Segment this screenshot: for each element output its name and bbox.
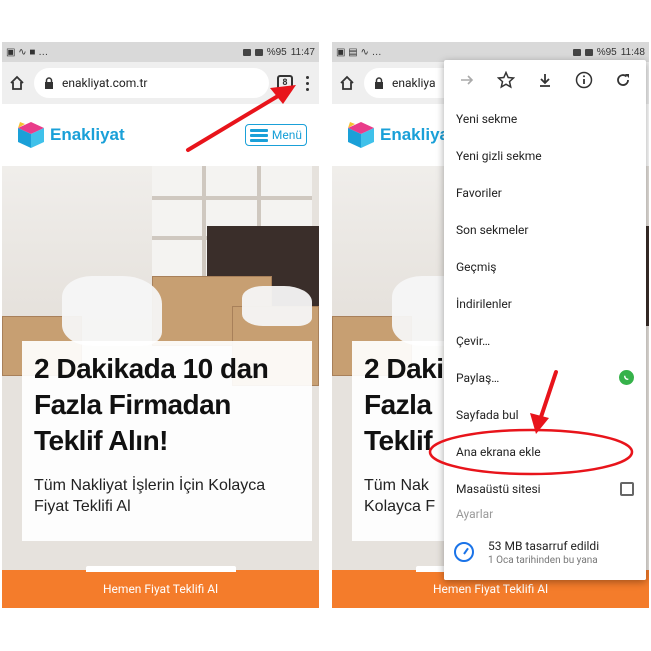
menu-item-share[interactable]: Paylaş… bbox=[444, 359, 646, 396]
logo-text: Enakliyat bbox=[50, 125, 125, 144]
signal-icon bbox=[584, 48, 593, 56]
clock: 11:47 bbox=[290, 46, 315, 58]
status-icons: ▣ ∿ ■ … bbox=[6, 46, 49, 58]
phone-screen-right: ▣ ▤ ∿ … %95 11:48 enakliya Enakliya 2 Da… bbox=[332, 42, 649, 608]
hero-card: 2 Dakikada 10 dan Fazla Firmadan Teklif … bbox=[22, 341, 312, 541]
data-saver-summary[interactable]: 53 MB tasarruf edildi 1 Oca tarihinden b… bbox=[444, 524, 646, 580]
menu-item-label: Geçmiş bbox=[456, 259, 497, 274]
browser-overflow-menu: Yeni sekme Yeni gizli sekme Favoriler So… bbox=[444, 60, 646, 580]
lock-icon bbox=[374, 77, 384, 89]
menu-item-label: Ana ekrana ekle bbox=[456, 444, 541, 459]
menu-action-row bbox=[444, 60, 646, 100]
kebab-menu-icon[interactable] bbox=[301, 75, 313, 91]
menu-item-desktop-site[interactable]: Masaüstü sitesi bbox=[444, 470, 646, 507]
home-icon[interactable] bbox=[338, 74, 356, 92]
lock-icon bbox=[44, 77, 54, 89]
hamburger-icon bbox=[249, 128, 268, 142]
home-icon[interactable] bbox=[8, 74, 26, 92]
logo-cube-icon bbox=[348, 122, 374, 148]
phone-screen-left: ▣ ∿ ■ … %95 11:47 enakliyat.com.tr 8 Ena… bbox=[2, 42, 319, 608]
menu-label: Menü bbox=[271, 128, 302, 142]
clock: 11:48 bbox=[620, 46, 645, 58]
menu-item-downloads[interactable]: İndirilenler bbox=[444, 285, 646, 322]
info-icon[interactable] bbox=[574, 70, 594, 90]
menu-item-history[interactable]: Geçmiş bbox=[444, 248, 646, 285]
menu-item-label: Favoriler bbox=[456, 185, 502, 200]
menu-item-add-to-home-screen[interactable]: Ana ekrana ekle bbox=[444, 433, 646, 470]
cta-button[interactable]: Hemen Fiyat Teklifi Al bbox=[2, 566, 319, 608]
data-saver-title: 53 MB tasarruf edildi bbox=[488, 538, 600, 553]
menu-item-label: Sayfada bul bbox=[456, 407, 519, 422]
menu-item-label: Çevir… bbox=[456, 333, 491, 348]
site-menu-button[interactable]: Menü bbox=[244, 124, 307, 146]
menu-item-recent-tabs[interactable]: Son sekmeler bbox=[444, 211, 646, 248]
refresh-icon[interactable] bbox=[613, 70, 633, 90]
menu-item-translate[interactable]: Çevir… bbox=[444, 322, 646, 359]
forward-icon[interactable] bbox=[457, 70, 477, 90]
menu-item-label: Yeni gizli sekme bbox=[456, 148, 542, 163]
site-header: Enakliyat Menü bbox=[2, 104, 319, 166]
site-logo[interactable]: Enakliyat bbox=[14, 120, 125, 150]
menu-item-bookmarks[interactable]: Favoriler bbox=[444, 174, 646, 211]
url-field[interactable]: enakliyat.com.tr bbox=[34, 68, 269, 98]
hero-subtitle: Tüm Nakliyat İşlerin İçin Kolayca Fiyat … bbox=[34, 477, 266, 515]
menu-item-label: Masaüstü sitesi bbox=[456, 481, 541, 496]
menu-item-label: İndirilenler bbox=[456, 296, 512, 311]
battery-text: %95 bbox=[266, 46, 287, 58]
menu-item-new-tab[interactable]: Yeni sekme bbox=[444, 100, 646, 137]
url-text: enakliya bbox=[392, 76, 436, 90]
tabs-icon[interactable]: 8 bbox=[277, 75, 293, 91]
url-text: enakliyat.com.tr bbox=[62, 76, 148, 90]
browser-toolbar: enakliyat.com.tr 8 bbox=[2, 62, 319, 104]
menu-item-find-in-page[interactable]: Sayfada bul bbox=[444, 396, 646, 433]
hero-title: 2 Dakikada 10 dan Fazla Firmadan Teklif … bbox=[34, 353, 269, 456]
alarm-icon bbox=[572, 48, 581, 56]
site-logo[interactable]: Enakliya bbox=[344, 120, 449, 150]
logo-cube-icon bbox=[18, 122, 44, 148]
alarm-icon bbox=[242, 48, 251, 56]
star-icon[interactable] bbox=[496, 70, 516, 90]
status-icons: ▣ ▤ ∿ … bbox=[336, 46, 382, 58]
data-saver-subtitle: 1 Oca tarihinden bu yana bbox=[488, 554, 598, 566]
menu-item-new-incognito-tab[interactable]: Yeni gizli sekme bbox=[444, 137, 646, 174]
status-bar: ▣ ∿ ■ … %95 11:47 bbox=[2, 42, 319, 62]
desktop-site-checkbox[interactable] bbox=[620, 481, 634, 496]
download-icon[interactable] bbox=[535, 70, 555, 90]
status-bar: ▣ ▤ ∿ … %95 11:48 bbox=[332, 42, 649, 62]
signal-icon bbox=[254, 48, 263, 56]
cta-label: Hemen Fiyat Teklifi Al bbox=[103, 582, 218, 596]
menu-item-label: Son sekmeler bbox=[456, 222, 529, 237]
whatsapp-icon[interactable] bbox=[619, 370, 634, 385]
battery-text: %95 bbox=[596, 46, 617, 58]
logo-text: Enakliya bbox=[380, 125, 449, 144]
data-saver-icon bbox=[454, 542, 474, 562]
hero-section: 2 Dakikada 10 dan Fazla Firmadan Teklif … bbox=[2, 166, 319, 570]
cta-label: Hemen Fiyat Teklifi Al bbox=[433, 582, 548, 596]
menu-item-label: Yeni sekme bbox=[456, 111, 518, 126]
menu-item-label: Paylaş… bbox=[456, 370, 500, 385]
